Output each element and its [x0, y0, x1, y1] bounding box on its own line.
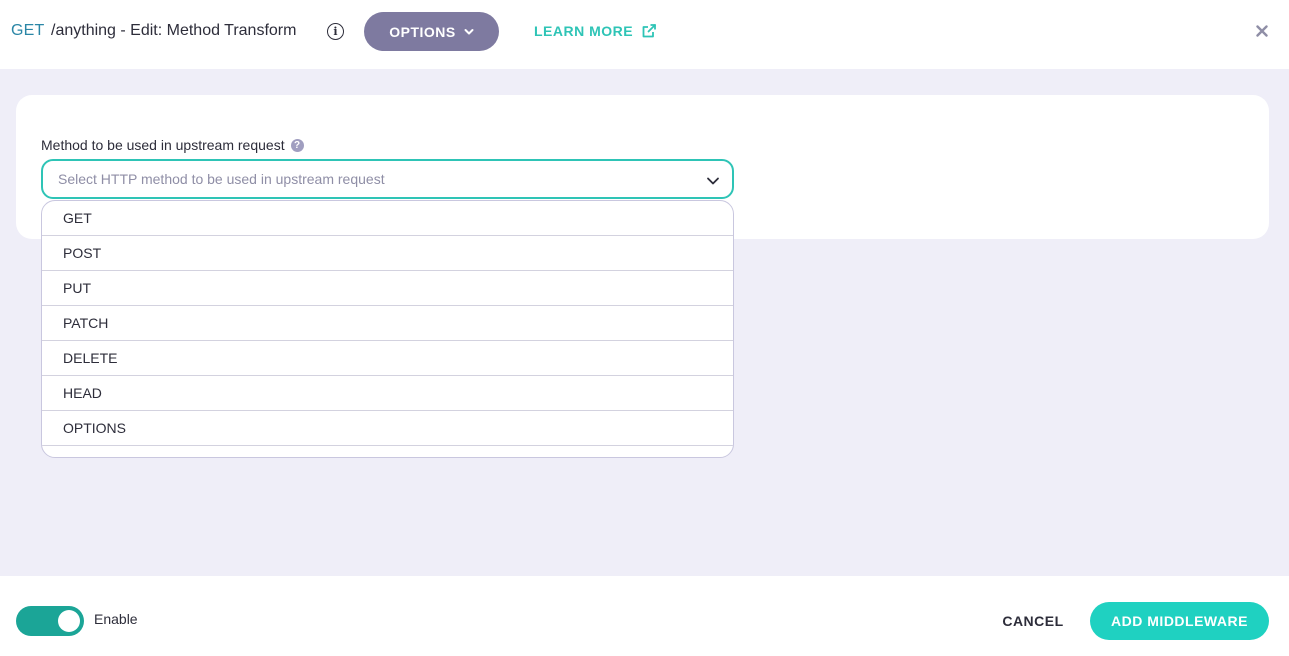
http-method-select[interactable]: Select HTTP method to be used in upstrea…: [41, 159, 734, 199]
close-button[interactable]: [1254, 23, 1270, 39]
enable-toggle[interactable]: [16, 606, 84, 636]
dropdown-option-head[interactable]: HEAD: [42, 376, 733, 411]
chevron-down-icon: [707, 177, 719, 185]
dropdown-option-delete[interactable]: DELETE: [42, 341, 733, 376]
select-placeholder: Select HTTP method to be used in upstrea…: [58, 171, 385, 187]
close-icon: [1256, 25, 1268, 37]
external-link-icon: [642, 24, 657, 38]
dropdown-option-patch[interactable]: PATCH: [42, 306, 733, 341]
modal-footer: Enable CANCEL ADD MIDDLEWARE: [0, 576, 1289, 656]
method-dropdown-list: GET POST PUT PATCH DELETE HEAD OPTIONS: [41, 200, 734, 458]
info-icon[interactable]: i: [327, 23, 344, 40]
options-label: OPTIONS: [389, 23, 456, 40]
cancel-button[interactable]: CANCEL: [998, 602, 1068, 640]
question-icon[interactable]: ?: [290, 138, 304, 152]
toggle-knob: [58, 610, 80, 632]
field-label: Method to be used in upstream request ?: [41, 137, 304, 153]
page-title: /anything - Edit: Method Transform: [51, 22, 297, 39]
dropdown-option-get[interactable]: GET: [42, 201, 733, 236]
dropdown-option-put[interactable]: PUT: [42, 271, 733, 306]
options-button[interactable]: OPTIONS: [364, 12, 499, 51]
dropdown-option-options[interactable]: OPTIONS: [42, 411, 733, 446]
learn-more-link[interactable]: LEARN MORE: [534, 23, 657, 39]
http-method: GET: [11, 22, 45, 39]
learn-more-label: LEARN MORE: [534, 23, 634, 39]
chevron-down-icon: [464, 28, 474, 34]
add-middleware-button[interactable]: ADD MIDDLEWARE: [1090, 602, 1269, 640]
method-field-label: Method to be used in upstream request: [41, 137, 285, 153]
modal-header: GET /anything - Edit: Method Transform i…: [0, 0, 1289, 69]
enable-label: Enable: [94, 611, 138, 627]
dropdown-option-post[interactable]: POST: [42, 236, 733, 271]
